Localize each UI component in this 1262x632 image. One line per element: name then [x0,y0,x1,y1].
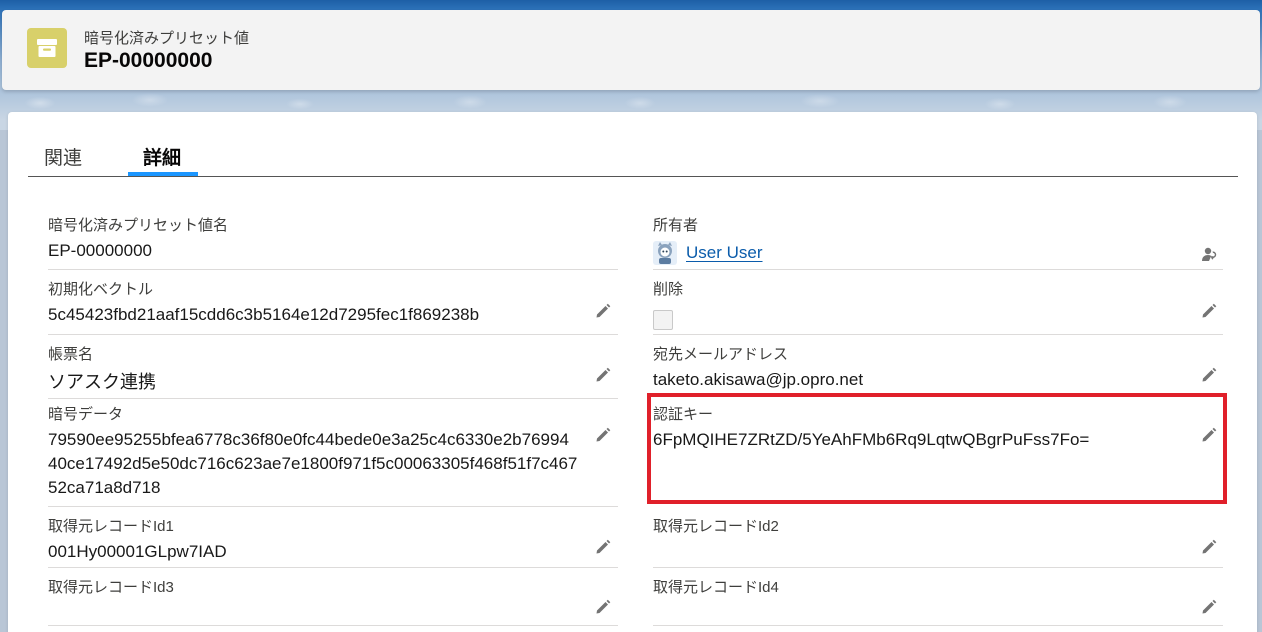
field-value: 5c45423fbd21aaf15cdd6c3b5164e12d7295fec1… [48,305,480,324]
field-value: 79590ee95255bfea6778c36f80e0fc44bede0e3a… [48,430,578,497]
edit-pencil-icon[interactable] [1200,598,1218,616]
object-type-label: 暗号化済みプリセット値 [84,30,250,47]
field-value: 001Hy00001GLpw7IAD [48,542,227,561]
field-encrypted-data: 暗号データ 79590ee95255bfea6778c36f80e0fc44be… [48,403,618,507]
owner-link[interactable]: User User [686,243,763,263]
field-name: 暗号化済みプリセット値名 EP-00000000 [48,214,618,270]
field-label: 取得元レコードId2 [653,518,779,535]
field-source-id1: 取得元レコードId1 001Hy00001GLpw7IAD [48,515,618,568]
edit-pencil-icon[interactable] [594,366,612,384]
edit-pencil-icon[interactable] [594,302,612,320]
change-owner-icon[interactable] [1200,245,1218,263]
field-label: 取得元レコードId4 [653,579,779,596]
deleted-checkbox[interactable] [653,310,673,330]
field-label: 所有者 [653,217,699,234]
edit-pencil-icon[interactable] [1200,538,1218,556]
user-avatar-icon [653,241,677,265]
field-source-id2: 取得元レコードId2 [653,515,1223,568]
field-form-name: 帳票名 ソアスク連携 [48,343,618,399]
email-link[interactable]: taketo.akisawa@jp.opro.net [653,370,863,390]
edit-pencil-icon[interactable] [1200,302,1218,320]
field-label: 暗号データ [48,406,124,423]
edit-pencil-icon[interactable] [594,426,612,444]
field-label: 暗号化済みプリセット値名 [48,217,229,234]
highlight-annotation [647,393,1227,504]
edit-pencil-icon[interactable] [594,598,612,616]
field-email: 宛先メールアドレス taketo.akisawa@jp.opro.net [653,343,1223,399]
archive-box-icon [27,28,67,68]
field-deleted: 削除 [653,278,1223,335]
field-iv: 初期化ベクトル 5c45423fbd21aaf15cdd6c3b5164e12d… [48,278,618,335]
active-tab-indicator [128,172,198,176]
field-source-id4: 取得元レコードId4 [653,576,1223,626]
record-title: EP-00000000 [84,49,213,72]
field-label: 初期化ベクトル [48,281,154,298]
field-value: ソアスク連携 [48,372,156,392]
tabs-divider [28,176,1238,177]
field-label: 帳票名 [48,346,94,363]
field-label: 取得元レコードId1 [48,518,174,535]
edit-pencil-icon[interactable] [1200,366,1218,384]
edit-pencil-icon[interactable] [1200,426,1218,444]
field-label: 削除 [653,281,684,298]
tab-details[interactable]: 詳細 [143,143,181,170]
tab-related[interactable]: 関連 [44,143,82,170]
field-source-id3: 取得元レコードId3 [48,576,618,626]
field-label: 取得元レコードId3 [48,579,174,596]
edit-pencil-icon[interactable] [594,538,612,556]
field-value: EP-00000000 [48,241,152,260]
field-label: 宛先メールアドレス [653,346,789,363]
